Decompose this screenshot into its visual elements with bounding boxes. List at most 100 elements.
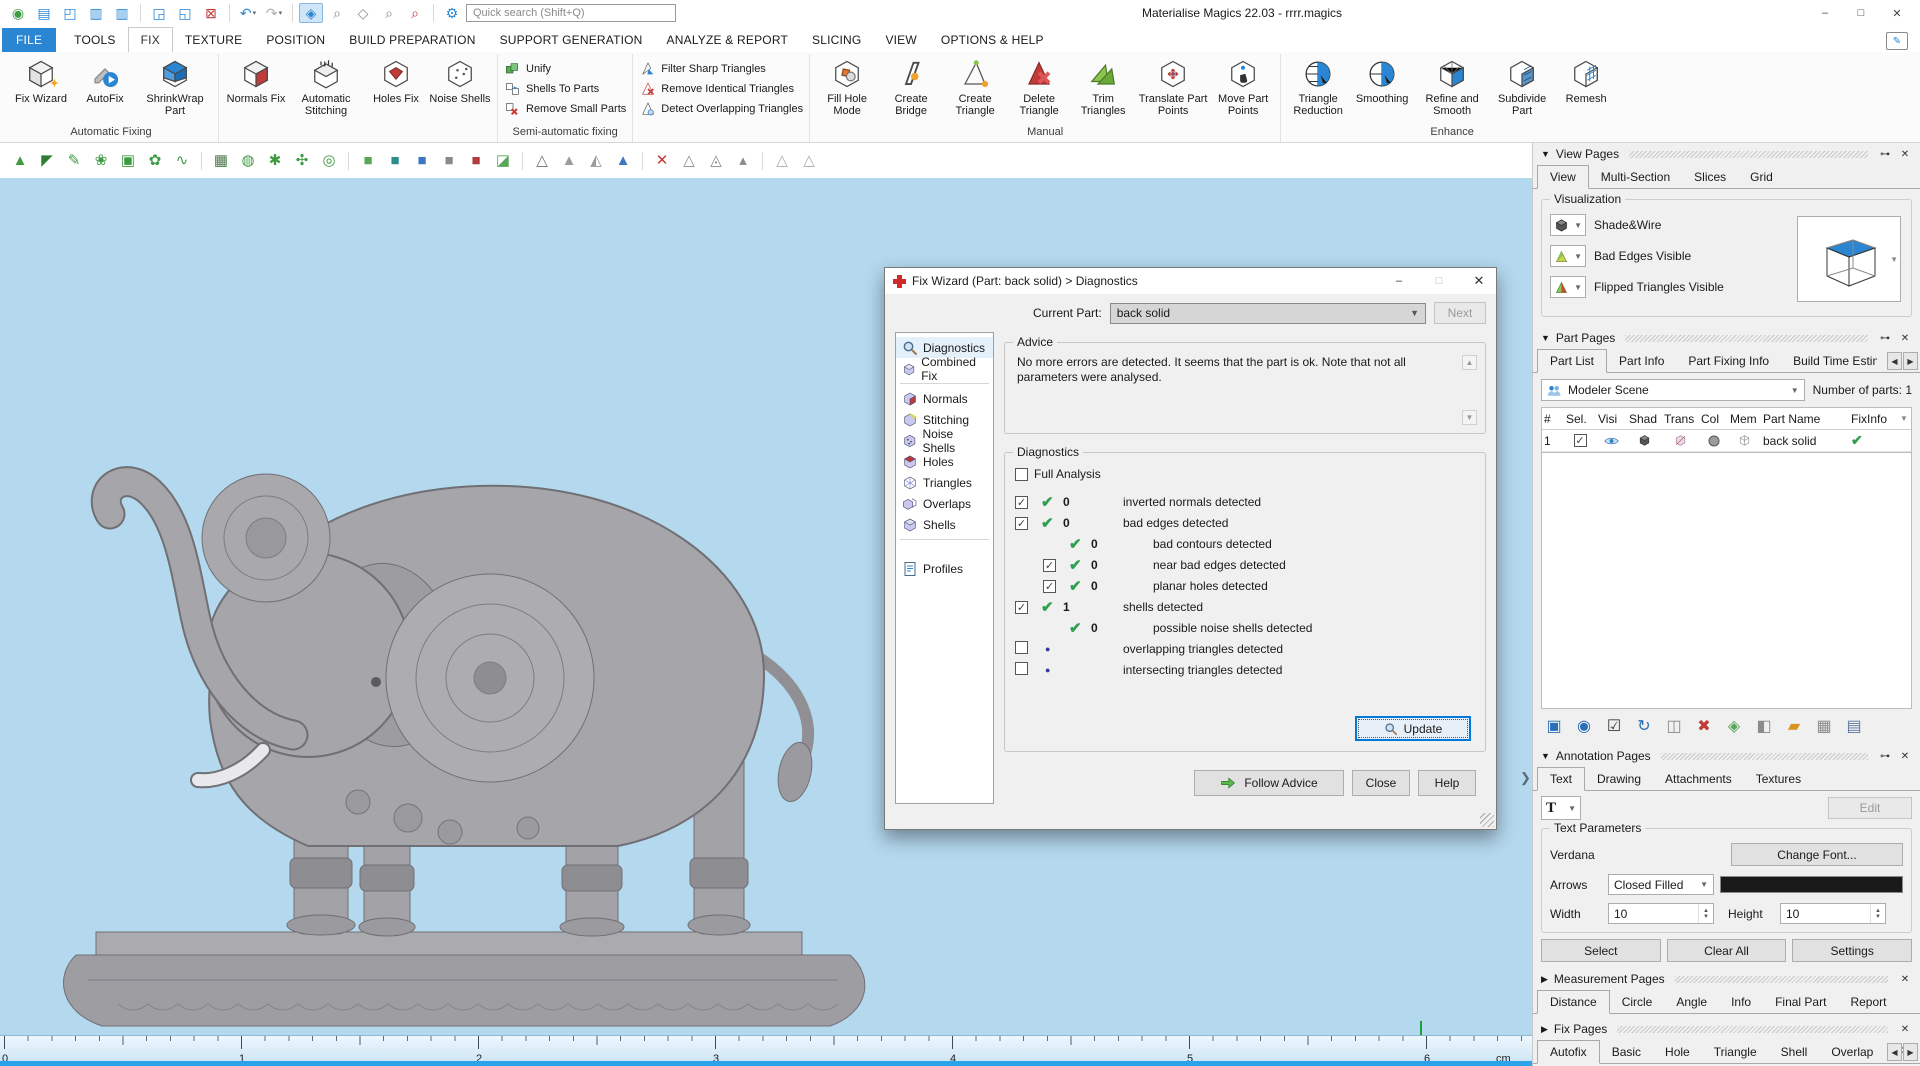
save-as-icon[interactable]: ▥	[110, 3, 134, 23]
dialog-resize-grip[interactable]	[1480, 813, 1494, 827]
redo-icon[interactable]: ↷▾	[262, 3, 286, 23]
part-list-empty-area[interactable]	[1541, 453, 1912, 709]
unify-button[interactable]: Unify	[504, 60, 626, 77]
subdivide-part-button[interactable]: Subdivide Part	[1491, 54, 1553, 117]
follow-advice-button[interactable]: Follow Advice	[1194, 770, 1344, 796]
expand-triangle-icon[interactable]: ▶	[1541, 974, 1548, 985]
clear-all-button[interactable]: Clear All	[1667, 939, 1787, 962]
arrows-select[interactable]: Closed Filled▼	[1608, 874, 1714, 895]
part-to-platform-icon[interactable]: ◧	[1751, 714, 1777, 740]
full-analysis-checkbox[interactable]	[1015, 468, 1028, 481]
tab-scroll-left-icon[interactable]: ◀	[1887, 352, 1902, 370]
chevron-down-icon[interactable]: ▼	[1897, 414, 1911, 423]
zoom-user-icon[interactable]: ⌕	[325, 3, 349, 23]
mark-free-icon[interactable]: ✿	[143, 149, 167, 173]
shade-mode-select[interactable]: ▼	[1550, 214, 1586, 236]
magics-home-icon[interactable]: ◉	[6, 3, 30, 23]
delete-part-icon[interactable]: ✖	[1691, 714, 1717, 740]
red-cube-icon[interactable]: ■	[464, 149, 488, 173]
filter-sharp-triangles-button[interactable]: Filter Sharp Triangles	[639, 60, 803, 77]
tab-build-time-estimation[interactable]: Build Time Estimation	[1781, 350, 1877, 372]
remove-part-icon[interactable]: ⊠	[199, 3, 223, 23]
holes-fix-button[interactable]: Holes Fix	[365, 54, 427, 105]
panel-drag-handle[interactable]	[1629, 151, 1868, 158]
close-icon[interactable]: ✕	[1898, 974, 1912, 985]
menu-tools[interactable]: TOOLS	[62, 28, 127, 52]
pin-icon[interactable]: ⊶	[1878, 751, 1892, 762]
menu-build-preparation[interactable]: BUILD PREPARATION	[337, 28, 487, 52]
collapse-triangle-icon[interactable]: ▼	[1541, 149, 1550, 159]
create-bridge-button[interactable]: Create Bridge	[880, 54, 942, 117]
tab-report[interactable]: Report	[1838, 991, 1898, 1013]
tab-textures[interactable]: Textures	[1744, 768, 1813, 790]
zoom-in-icon[interactable]: ⌕	[377, 3, 401, 23]
mark-va-cube-icon[interactable]: ▦	[209, 149, 233, 173]
select-parts-icon[interactable]: ▣	[1541, 714, 1567, 740]
tab-final-part[interactable]: Final Part	[1763, 991, 1838, 1013]
teal-cube-icon[interactable]: ■	[383, 149, 407, 173]
tab-scroll-right-icon[interactable]: ▶	[1903, 352, 1918, 370]
mark-hook-icon[interactable]: ∿	[170, 149, 194, 173]
triangle-grey2-icon[interactable]: △	[677, 149, 701, 173]
fill-hole-mode-button[interactable]: Fill Hole Mode	[816, 54, 878, 117]
tab-part-list[interactable]: Part List	[1537, 349, 1607, 373]
new-file-icon[interactable]: ▤	[32, 3, 56, 23]
current-part-select[interactable]: back solid▼	[1110, 303, 1426, 324]
nav-triangles[interactable]: Triangles	[896, 472, 993, 493]
close-icon[interactable]: ✕	[1898, 149, 1912, 160]
normals-fix-button[interactable]: Normals Fix	[225, 54, 287, 105]
tab-basic[interactable]: Basic	[1600, 1041, 1653, 1063]
move-part-points-button[interactable]: Move Part Points	[1212, 54, 1274, 117]
tab-scroll-right-icon[interactable]: ▶	[1903, 1043, 1918, 1061]
smoothing-button[interactable]: Smoothing	[1351, 54, 1413, 105]
triangle-filled-icon[interactable]: ▲	[557, 149, 581, 173]
overlapping-triangles-checkbox[interactable]	[1015, 641, 1028, 654]
visible-parts-icon[interactable]: ◉	[1571, 714, 1597, 740]
tab-distance[interactable]: Distance	[1537, 990, 1610, 1014]
update-button[interactable]: Update	[1355, 716, 1471, 741]
save-list-icon[interactable]: ▤	[1841, 714, 1867, 740]
grey-cube-icon[interactable]: ■	[437, 149, 461, 173]
triangle-outline-icon[interactable]: △	[530, 149, 554, 173]
toggle-check-icon[interactable]: ☑	[1601, 714, 1627, 740]
nav-normals[interactable]: Normals	[896, 388, 993, 409]
triangle-pale-icon[interactable]: △	[770, 149, 794, 173]
panel-collapse-chevron[interactable]: ❯	[1520, 770, 1531, 786]
triangle-delete-icon[interactable]: ✕	[650, 149, 674, 173]
tab-shell[interactable]: Shell	[1769, 1041, 1820, 1063]
zoom-fit-icon[interactable]: ◈	[299, 3, 323, 23]
tab-attachments[interactable]: Attachments	[1653, 768, 1744, 790]
planar-holes-checkbox[interactable]: ✓	[1043, 580, 1056, 593]
tab-grid[interactable]: Grid	[1738, 166, 1785, 188]
tab-part-info[interactable]: Part Info	[1607, 350, 1676, 372]
settings-button[interactable]: Settings	[1792, 939, 1912, 962]
search-settings-icon[interactable]: ⚙	[440, 3, 464, 23]
width-stepper[interactable]: 10 ▲▼	[1608, 903, 1714, 924]
duplicate-parts-icon[interactable]: ◫	[1661, 714, 1687, 740]
mark-drop-cube-icon[interactable]: ◍	[236, 149, 260, 173]
tab-scroll-left-icon[interactable]: ◀	[1887, 1043, 1902, 1061]
height-stepper[interactable]: 10 ▲▼	[1780, 903, 1886, 924]
remove-identical-triangles-button[interactable]: Remove Identical Triangles	[639, 80, 803, 97]
tab-multi-section[interactable]: Multi-Section	[1589, 166, 1682, 188]
memory-cube-icon[interactable]	[1728, 434, 1761, 447]
pin-icon[interactable]: ⊶	[1878, 149, 1892, 160]
tab-hole[interactable]: Hole	[1653, 1041, 1702, 1063]
collapse-triangle-icon[interactable]: ▼	[1541, 333, 1550, 343]
window-maximize-button[interactable]: □	[1844, 2, 1878, 24]
tab-view[interactable]: View	[1537, 165, 1589, 189]
tab-slices[interactable]: Slices	[1682, 166, 1738, 188]
close-icon[interactable]: ✕	[1898, 1024, 1912, 1035]
collapse-triangle-icon[interactable]: ▼	[1541, 751, 1550, 761]
menu-support-generation[interactable]: SUPPORT GENERATION	[488, 28, 655, 52]
export-part-icon[interactable]: ◱	[173, 3, 197, 23]
transparency-cube-icon[interactable]	[1662, 434, 1699, 447]
mark-star-cube-icon[interactable]: ✣	[290, 149, 314, 173]
remove-small-parts-button[interactable]: Remove Small Parts	[504, 100, 626, 117]
mark-surface-icon[interactable]: ❀	[89, 149, 113, 173]
mark-triangle-icon[interactable]: ▲	[8, 149, 32, 173]
triangle-small-icon[interactable]: ▴	[731, 149, 755, 173]
delete-triangle-button[interactable]: Delete Triangle	[1008, 54, 1070, 117]
dialog-title-bar[interactable]: Fix Wizard (Part: back solid) > Diagnost…	[885, 268, 1496, 294]
panel-drag-handle[interactable]	[1661, 753, 1868, 760]
